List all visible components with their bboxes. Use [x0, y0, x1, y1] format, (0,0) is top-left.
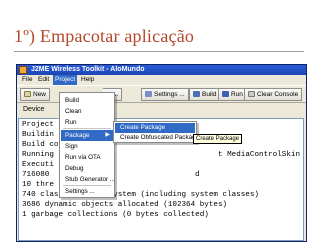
new-project-label: New — [33, 91, 47, 98]
build-label: Build — [202, 91, 217, 98]
submenu-arrow-icon: ▶ — [105, 132, 110, 138]
menu-project[interactable]: Project — [53, 75, 78, 85]
run-label: Run — [231, 91, 243, 98]
menu-item-run[interactable]: Run — [61, 117, 113, 128]
settings-button[interactable]: Settings ... — [141, 88, 189, 101]
console-line: 716080 — [22, 171, 50, 179]
slide-title: 1º) Empacotar aplicação — [14, 26, 195, 46]
menu-separator — [63, 128, 111, 129]
project-menu-dropdown: Build Clean Run Package ▶ Sign Run via O… — [59, 92, 115, 198]
window-title: J2ME Wireless Toolkit - AloMundo — [31, 66, 145, 73]
menubar: File Edit Project Help — [17, 75, 306, 85]
run-icon — [222, 91, 229, 98]
console-line: Build co — [22, 141, 59, 149]
menu-item-settings[interactable]: Settings ... — [61, 186, 113, 197]
device-label: Device — [23, 106, 45, 113]
menu-help[interactable]: Help — [79, 75, 96, 85]
run-button[interactable]: Run — [218, 88, 247, 101]
menu-item-package[interactable]: Package ▶ — [61, 130, 113, 141]
build-icon — [193, 91, 200, 98]
console-line: Buildin — [22, 131, 54, 139]
settings-icon — [145, 91, 152, 98]
menu-item-sign[interactable]: Sign — [61, 141, 113, 152]
console-line: Executi — [22, 161, 54, 169]
console-line: Running — [22, 151, 54, 159]
console-line: 3686 dynamic objects allocated (102364 b… — [22, 201, 228, 209]
tooltip: Create Package — [193, 134, 243, 144]
new-project-button[interactable]: New — [20, 88, 51, 101]
package-submenu: Create Package Create Obfuscated Package — [113, 121, 199, 143]
console-line: 740 classes in the system (including sys… — [22, 191, 259, 199]
console-line: 10 thre — [22, 181, 54, 189]
menu-item-run-via-ota[interactable]: Run via OTA — [61, 152, 113, 163]
clear-console-button[interactable]: Clear Console — [244, 88, 303, 101]
submenu-item-create-package[interactable]: Create Package — [115, 123, 195, 133]
app-window: J2ME Wireless Toolkit - AloMundo File Ed… — [16, 64, 307, 242]
console-line-fragment: t MediaControlSkin — [218, 151, 301, 159]
clear-console-label: Clear Console — [257, 91, 299, 98]
menu-file[interactable]: File — [20, 75, 34, 85]
title-divider — [14, 51, 304, 52]
menu-edit[interactable]: Edit — [36, 75, 51, 85]
settings-label: Settings ... — [154, 91, 185, 98]
menu-item-build[interactable]: Build — [61, 95, 113, 106]
console-line: 1 garbage collections (0 bytes collected… — [22, 211, 209, 219]
clear-console-icon — [248, 91, 255, 98]
build-button[interactable]: Build — [189, 88, 221, 101]
menu-item-debug[interactable]: Debug — [61, 163, 113, 174]
submenu-item-create-obfuscated-package[interactable]: Create Obfuscated Package — [115, 133, 199, 143]
menu-item-package-label: Package — [65, 132, 90, 139]
app-icon — [19, 66, 27, 74]
window-titlebar[interactable]: J2ME Wireless Toolkit - AloMundo — [17, 65, 306, 75]
console-line: Project — [22, 121, 54, 129]
console-line-fragment: d — [195, 171, 200, 179]
menu-item-stub-generator[interactable]: Stub Generator ... — [61, 174, 115, 185]
menu-item-clean[interactable]: Clean — [61, 106, 113, 117]
new-project-icon — [24, 91, 31, 98]
